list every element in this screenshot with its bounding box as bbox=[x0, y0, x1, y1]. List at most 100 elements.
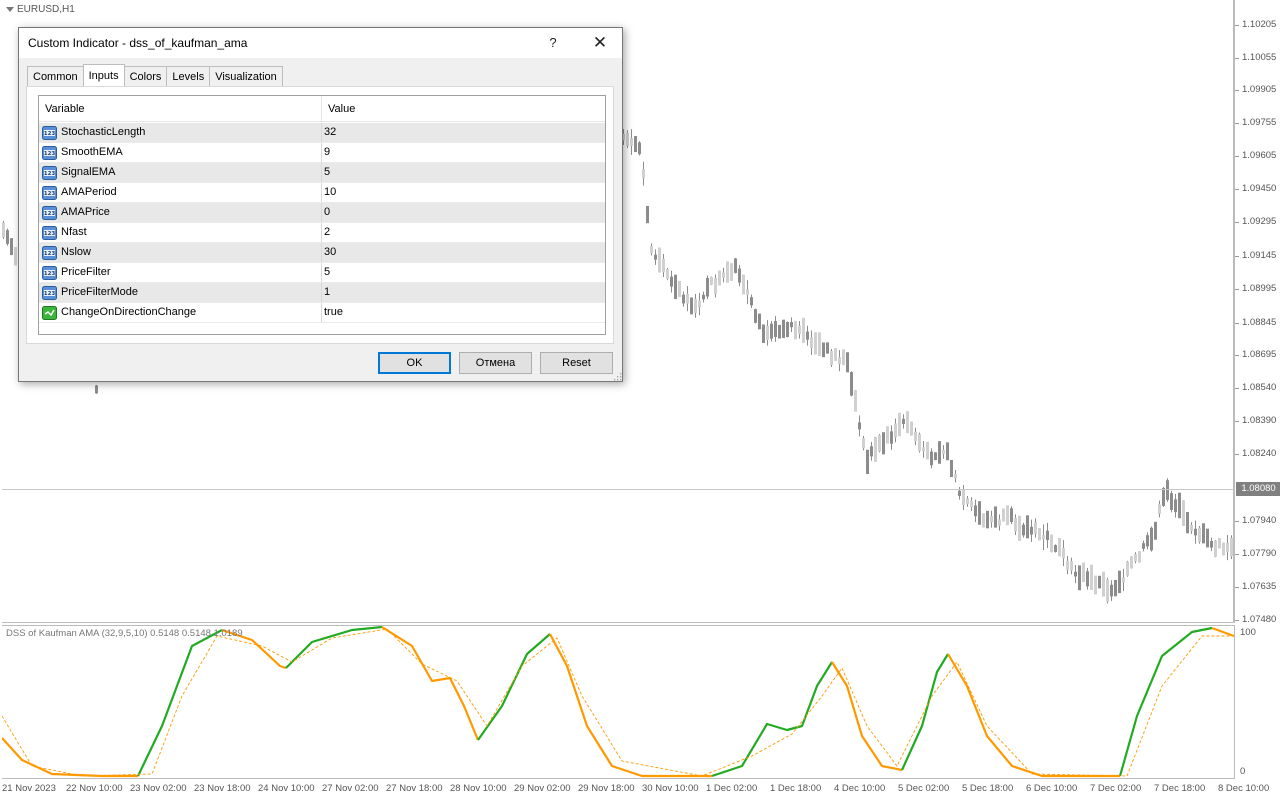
column-separator[interactable] bbox=[321, 96, 322, 122]
param-row[interactable]: 123 AMAPeriod 10 bbox=[39, 183, 605, 203]
param-name: AMAPrice bbox=[61, 206, 110, 218]
dss-line-segment bbox=[381, 626, 480, 741]
dss-line-segment bbox=[549, 633, 712, 778]
param-value[interactable]: 1 bbox=[324, 286, 330, 298]
param-name: SignalEMA bbox=[61, 166, 116, 178]
candle-body bbox=[842, 349, 845, 366]
candle-body bbox=[670, 276, 673, 287]
cancel-button[interactable]: Отмена bbox=[459, 352, 532, 374]
candle-body bbox=[1126, 561, 1129, 576]
param-value[interactable]: 9 bbox=[324, 146, 330, 158]
cell-separator bbox=[321, 203, 322, 223]
ok-button[interactable]: OK bbox=[378, 352, 451, 374]
price-axis[interactable]: 1.08080 1.10205 1.10055 1.09905 1.09755 1.09… bbox=[1234, 0, 1280, 625]
candle-body bbox=[1086, 571, 1089, 587]
price-axis-tick bbox=[1235, 189, 1239, 190]
price-axis-label: 1.09450 bbox=[1242, 183, 1277, 194]
candle-body bbox=[902, 418, 905, 425]
param-name: AMAPeriod bbox=[61, 186, 117, 198]
price-axis-tick bbox=[1235, 222, 1239, 223]
tab-visualization[interactable]: Visualization bbox=[209, 66, 283, 86]
price-axis-tick bbox=[1235, 355, 1239, 356]
param-value[interactable]: true bbox=[324, 306, 343, 318]
price-axis-label: 1.10205 bbox=[1242, 19, 1277, 30]
param-row[interactable]: 123 Nslow 30 bbox=[39, 243, 605, 263]
param-row[interactable]: 123 SmoothEMA 9 bbox=[39, 143, 605, 163]
price-axis-tick bbox=[1235, 90, 1239, 91]
candle-body bbox=[874, 436, 877, 462]
dialog-titlebar[interactable]: Custom Indicator - dss_of_kaufman_ama ? … bbox=[19, 28, 622, 58]
param-value[interactable]: 5 bbox=[324, 166, 330, 178]
param-row[interactable]: 123 PriceFilterMode 1 bbox=[39, 283, 605, 303]
candle-body bbox=[990, 516, 993, 523]
candle-body bbox=[1162, 487, 1165, 506]
resize-grip-icon[interactable] bbox=[613, 372, 622, 381]
candle-body bbox=[1134, 554, 1137, 562]
candle-body bbox=[834, 348, 837, 361]
param-row[interactable]: 123 Nfast 2 bbox=[39, 223, 605, 243]
candle-body bbox=[998, 519, 1001, 526]
int-icon: 123 bbox=[42, 126, 57, 140]
candle-body bbox=[1210, 540, 1213, 548]
param-value[interactable]: 30 bbox=[324, 246, 336, 258]
candle-body bbox=[794, 320, 797, 340]
candle-body bbox=[898, 412, 901, 437]
time-axis[interactable]: 21 Nov 2023 22 Nov 10:00 23 Nov 02:00 23 No… bbox=[0, 780, 1280, 800]
time-axis-label: 27 Nov 02:00 bbox=[322, 783, 379, 794]
price-axis-label: 1.07480 bbox=[1242, 614, 1277, 625]
param-row[interactable]: 123 SignalEMA 5 bbox=[39, 163, 605, 183]
param-value[interactable]: 0 bbox=[324, 206, 330, 218]
candle-body bbox=[838, 357, 841, 365]
value-column-header[interactable]: Value bbox=[328, 103, 355, 115]
price-axis-tick bbox=[1235, 289, 1239, 290]
param-value[interactable]: 2 bbox=[324, 226, 330, 238]
candle-body bbox=[866, 449, 869, 475]
candle-body bbox=[698, 300, 701, 308]
help-button[interactable]: ? bbox=[541, 30, 565, 56]
candle-body bbox=[702, 294, 705, 300]
tab-levels[interactable]: Levels bbox=[166, 66, 211, 86]
candle-body bbox=[782, 319, 785, 339]
candle-body bbox=[1070, 561, 1073, 571]
price-axis-label: 1.09295 bbox=[1242, 216, 1277, 227]
param-value[interactable]: 10 bbox=[324, 186, 336, 198]
candle-body bbox=[690, 297, 693, 315]
candle-body bbox=[674, 274, 677, 300]
dss-line-segment bbox=[285, 626, 383, 669]
candle-body bbox=[1034, 522, 1037, 534]
candle-body bbox=[986, 510, 989, 529]
chart-symbol-label[interactable]: EURUSD,H1 bbox=[6, 4, 75, 15]
close-button[interactable]: ✕ bbox=[585, 30, 615, 56]
candle-body bbox=[926, 441, 929, 460]
candle-body bbox=[822, 342, 825, 358]
param-value[interactable]: 32 bbox=[324, 126, 336, 138]
reset-button[interactable]: Reset bbox=[540, 352, 613, 374]
tab-colors[interactable]: Colors bbox=[123, 66, 168, 86]
candle-body bbox=[774, 321, 777, 338]
variable-column-header[interactable]: Variable bbox=[45, 103, 85, 115]
param-row[interactable]: 123 PriceFilter 5 bbox=[39, 263, 605, 283]
param-row[interactable]: ChangeOnDirectionChange true bbox=[39, 303, 605, 323]
price-axis-tick bbox=[1235, 620, 1239, 621]
candle-body bbox=[682, 294, 685, 304]
param-name: Nslow bbox=[61, 246, 91, 258]
dss-line-segment bbox=[1118, 626, 1213, 777]
time-axis-label: 1 Dec 02:00 bbox=[706, 783, 758, 794]
price-axis-label: 1.08540 bbox=[1242, 382, 1277, 393]
price-axis-tick bbox=[1235, 256, 1239, 257]
candle-body bbox=[1098, 575, 1101, 589]
cell-separator bbox=[321, 123, 322, 143]
candle-body bbox=[1166, 480, 1169, 500]
price-axis-tick bbox=[1235, 554, 1239, 555]
int-icon: 123 bbox=[42, 186, 57, 200]
dss-line-segment bbox=[2, 737, 138, 778]
param-row[interactable]: 123 AMAPrice 0 bbox=[39, 203, 605, 223]
tab-inputs[interactable]: Inputs bbox=[82, 64, 125, 86]
candle-body bbox=[954, 474, 957, 479]
candle-body bbox=[1090, 564, 1093, 590]
param-value[interactable]: 5 bbox=[324, 266, 330, 278]
price-axis-label: 1.08695 bbox=[1242, 349, 1277, 360]
tab-common[interactable]: Common bbox=[27, 66, 84, 86]
param-row[interactable]: 123 StochasticLength 32 bbox=[39, 123, 605, 143]
dss-line-segment bbox=[900, 653, 949, 771]
